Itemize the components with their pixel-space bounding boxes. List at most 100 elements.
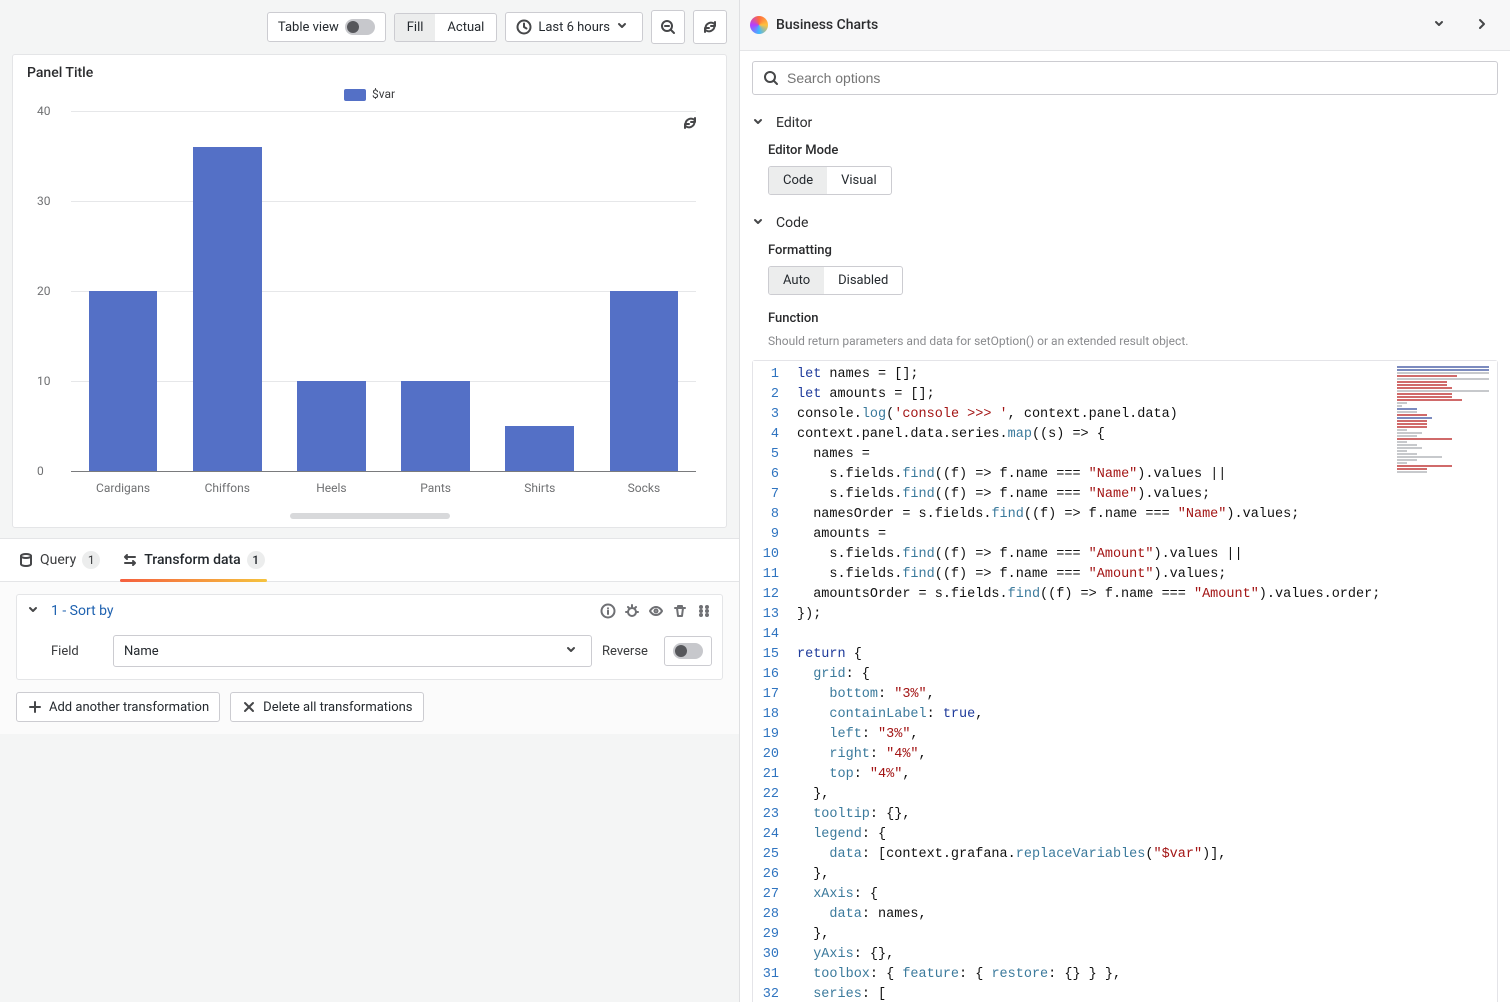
code-line[interactable]: toolbox: { feature: { restore: {} } }, — [797, 965, 1491, 985]
chart-panel: Panel Title $var 010203040CardigansChiff… — [12, 54, 727, 528]
code-line[interactable]: s.fields.find((f) => f.name === "Name").… — [797, 465, 1491, 485]
transform-icon — [122, 552, 138, 568]
zoom-out-button[interactable] — [651, 10, 685, 44]
close-options-button[interactable] — [1466, 8, 1500, 42]
transform-row-title: 1 - Sort by — [51, 603, 114, 619]
x-icon — [241, 699, 257, 715]
refresh-button[interactable] — [693, 10, 727, 44]
code-line[interactable] — [797, 625, 1491, 645]
code-line[interactable]: console.log('console >>> ', context.pane… — [797, 405, 1491, 425]
code-line[interactable]: }, — [797, 865, 1491, 885]
tab-query-label: Query — [40, 552, 76, 568]
bar-heels[interactable]: Heels — [279, 111, 383, 471]
code-line[interactable]: data: [context.grafana.replaceVariables(… — [797, 845, 1491, 865]
chevron-down-icon — [616, 19, 632, 35]
editor-mode-visual[interactable]: Visual — [827, 167, 891, 194]
collapse-options-button[interactable] — [1424, 8, 1458, 42]
code-line[interactable]: xAxis: { — [797, 885, 1491, 905]
time-range-picker[interactable]: Last 6 hours — [505, 12, 643, 42]
chevron-down-icon — [1433, 17, 1449, 33]
code-line[interactable]: containLabel: true, — [797, 705, 1491, 725]
code-line[interactable]: right: "4%", — [797, 745, 1491, 765]
code-line[interactable]: amountsOrder = s.fields.find((f) => f.na… — [797, 585, 1491, 605]
section-code[interactable]: Code — [752, 211, 1498, 241]
drag-handle-icon[interactable] — [696, 603, 712, 619]
eye-icon[interactable] — [648, 603, 664, 619]
info-icon[interactable] — [600, 603, 616, 619]
code-line[interactable]: let amounts = []; — [797, 385, 1491, 405]
bar-cardigans[interactable]: Cardigans — [71, 111, 175, 471]
transform-row: 1 - Sort by Field Name Reverse — [16, 594, 723, 680]
function-label: Function — [752, 295, 1498, 334]
panel-title: Panel Title — [27, 65, 712, 81]
debug-icon[interactable] — [624, 603, 640, 619]
code-line[interactable]: yAxis: {}, — [797, 945, 1491, 965]
section-editor[interactable]: Editor — [752, 111, 1498, 141]
editor-mode-code[interactable]: Code — [769, 167, 827, 194]
tab-query[interactable]: Query 1 — [16, 539, 102, 581]
horizontal-scroll-thumb[interactable] — [290, 513, 450, 519]
database-icon — [18, 552, 34, 568]
code-line[interactable]: names = — [797, 445, 1491, 465]
code-line[interactable]: }, — [797, 785, 1491, 805]
code-line[interactable]: s.fields.find((f) => f.name === "Name").… — [797, 485, 1491, 505]
code-line[interactable]: }, — [797, 925, 1491, 945]
code-line[interactable]: s.fields.find((f) => f.name === "Amount"… — [797, 545, 1491, 565]
code-line[interactable]: data: names, — [797, 905, 1491, 925]
code-gutter: 1234567891011121314151617181920212223242… — [753, 361, 789, 1002]
toggle-off-icon — [673, 643, 703, 659]
formatting-disabled[interactable]: Disabled — [824, 267, 902, 294]
code-minimap[interactable] — [1393, 365, 1493, 495]
code-line[interactable]: amounts = — [797, 525, 1491, 545]
code-line[interactable]: let names = []; — [797, 365, 1491, 385]
reverse-toggle[interactable] — [664, 636, 712, 666]
code-line[interactable]: top: "4%", — [797, 765, 1491, 785]
bar-socks[interactable]: Socks — [592, 111, 696, 471]
trash-icon[interactable] — [672, 603, 688, 619]
actual-option[interactable]: Actual — [435, 14, 496, 41]
tab-transform[interactable]: Transform data 1 — [120, 539, 266, 581]
code-line[interactable]: }); — [797, 605, 1491, 625]
table-view-toggle[interactable]: Table view — [267, 12, 386, 42]
x-tick-label: Pants — [384, 481, 488, 495]
code-line[interactable]: tooltip: {}, — [797, 805, 1491, 825]
bar-chiffons[interactable]: Chiffons — [175, 111, 279, 471]
code-body[interactable]: let names = [];let amounts = [];console.… — [789, 361, 1497, 1002]
search-options-field[interactable] — [787, 70, 1487, 86]
field-select-value: Name — [124, 644, 159, 659]
code-line[interactable]: namesOrder = s.fields.find((f) => f.name… — [797, 505, 1491, 525]
code-line[interactable]: return { — [797, 645, 1491, 665]
fill-option[interactable]: Fill — [395, 14, 436, 41]
code-editor[interactable]: 1234567891011121314151617181920212223242… — [752, 360, 1498, 1002]
code-line[interactable]: context.panel.data.series.map((s) => { — [797, 425, 1491, 445]
code-line[interactable]: legend: { — [797, 825, 1491, 845]
delete-transformations-button[interactable]: Delete all transformations — [230, 692, 423, 722]
code-line[interactable]: series: [ — [797, 985, 1491, 1002]
search-options-input[interactable] — [752, 61, 1498, 95]
code-line[interactable]: bottom: "3%", — [797, 685, 1491, 705]
clock-icon — [516, 19, 532, 35]
editor-mode-label: Editor Mode — [752, 141, 1498, 166]
bar-shirts[interactable]: Shirts — [488, 111, 592, 471]
chart-legend[interactable]: $var — [27, 87, 712, 101]
add-transformation-button[interactable]: Add another transformation — [16, 692, 220, 722]
bar-pants[interactable]: Pants — [384, 111, 488, 471]
chevron-down-icon — [565, 643, 581, 659]
transform-row-header[interactable]: 1 - Sort by — [17, 595, 722, 627]
chevron-right-icon — [1475, 17, 1491, 33]
code-line[interactable]: left: "3%", — [797, 725, 1491, 745]
reverse-label: Reverse — [602, 644, 654, 659]
time-range-label: Last 6 hours — [538, 20, 610, 35]
zoom-out-icon — [660, 19, 676, 35]
code-line[interactable]: s.fields.find((f) => f.name === "Amount"… — [797, 565, 1491, 585]
plugin-logo-icon — [750, 16, 768, 34]
field-label: Field — [51, 644, 103, 659]
x-tick-label: Shirts — [488, 481, 592, 495]
x-tick-label: Socks — [592, 481, 696, 495]
formatting-auto[interactable]: Auto — [769, 267, 824, 294]
bottom-tabs: Query 1 Transform data 1 — [0, 538, 739, 582]
code-line[interactable]: grid: { — [797, 665, 1491, 685]
field-select[interactable]: Name — [113, 635, 592, 667]
chart-plot: 010203040CardigansChiffonsHeelsPantsShir… — [71, 111, 696, 471]
chart-area: $var 010203040CardigansChiffonsHeelsPant… — [27, 87, 712, 507]
